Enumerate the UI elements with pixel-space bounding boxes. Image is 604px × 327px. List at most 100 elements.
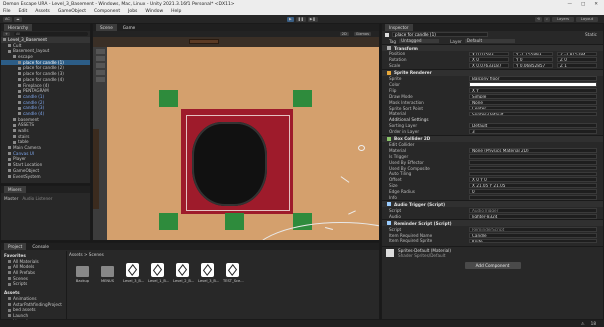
property-field[interactable] [469, 153, 597, 159]
rotation-z[interactable]: Z 0 [557, 57, 597, 63]
add-object-button[interactable]: + [3, 32, 11, 36]
property-field[interactable]: Center [469, 105, 597, 111]
property-label: Material [389, 111, 407, 117]
asset-item[interactable]: TEST_Sce... [223, 263, 244, 283]
mixer-master[interactable]: Master [4, 196, 18, 201]
property-field[interactable] [469, 159, 597, 165]
bone-sprite [340, 176, 350, 183]
maximize-icon[interactable]: □ [581, 2, 585, 7]
menu-jobs[interactable]: Jobs [128, 9, 137, 14]
layers-dropdown[interactable]: Layers [552, 16, 574, 22]
menu-assets[interactable]: Assets [35, 9, 50, 14]
position-x[interactable]: X 0.02583 [469, 51, 509, 57]
asset-item[interactable]: Level_3_B... [198, 263, 219, 283]
hierarchy-item[interactable]: EventSystem [1, 174, 90, 180]
property-field[interactable]: X Y [469, 88, 597, 93]
tag-dropdown[interactable]: Untagged [399, 38, 440, 44]
box-collider-icon [387, 136, 391, 141]
scale-tool-icon[interactable] [95, 70, 105, 75]
property-field[interactable]: None [469, 99, 597, 105]
play-button[interactable]: ▶ [287, 16, 294, 22]
asset-name: Level_3_B... [123, 279, 145, 283]
property-field[interactable] [469, 195, 597, 200]
menu-window[interactable]: Window [145, 9, 163, 14]
asset-item[interactable]: Backup [73, 263, 92, 283]
property-field[interactable]: None (Physics Material 2D) [469, 148, 597, 153]
static-toggle[interactable]: Static [585, 32, 597, 37]
tab-scene[interactable]: Scene [96, 24, 117, 31]
step-button[interactable]: ▶❚ [307, 16, 318, 22]
position-y[interactable]: Y -1.155893 [513, 51, 553, 57]
asset-item[interactable]: MENUS [98, 263, 117, 283]
property-field[interactable] [469, 165, 597, 171]
property-field[interactable]: X 21.05 Y 21.05 [469, 183, 597, 189]
object-name-field[interactable]: place for candle (1) [392, 32, 488, 37]
order-in-layer-field[interactable]: 3 [469, 129, 597, 135]
sprite-renderer-header[interactable]: Sprite Renderer [382, 68, 603, 76]
menu-gameobject[interactable]: GameObject [58, 9, 86, 14]
search-icon[interactable]: ⌕ [543, 16, 550, 22]
tab-project[interactable]: Project [4, 243, 27, 250]
property-field[interactable]: X 0 Y 0 [469, 177, 597, 183]
property-field[interactable] [469, 171, 597, 177]
gameobject-icon [13, 140, 16, 144]
cloud-icon[interactable]: ☁ [13, 16, 22, 22]
favorite-item[interactable]: Scripts [4, 281, 63, 287]
gameobject-icon [8, 49, 11, 53]
tab-game[interactable]: Game [123, 25, 135, 30]
active-checkbox[interactable] [385, 32, 389, 37]
gizmos-dropdown[interactable]: Gizmos [353, 32, 371, 36]
tab-hierarchy[interactable]: Hierarchy [4, 24, 33, 31]
tab-inspector[interactable]: Inspector [385, 24, 413, 31]
scale-y[interactable]: Y 0.06852857 [513, 63, 553, 69]
shader-field[interactable]: Sprites/Default [414, 253, 445, 258]
add-component-button[interactable]: Add Component [464, 261, 521, 269]
reminder-script-header[interactable]: Reminder Script (Script) [382, 219, 603, 227]
warning-icon[interactable]: ⚠ [581, 321, 585, 326]
menu-file[interactable]: File [3, 9, 11, 14]
scale-z[interactable]: Z 1 [557, 63, 597, 69]
tab-console[interactable]: Console [32, 244, 49, 249]
minimize-icon[interactable]: — [567, 2, 572, 7]
rect-tool-icon[interactable] [95, 77, 105, 82]
pause-button[interactable]: ❚❚ [295, 16, 306, 22]
audio-field[interactable]: lighter-8324 [469, 213, 597, 219]
property-row: Info [382, 195, 603, 201]
asset-item[interactable]: Level_2_B... [173, 263, 194, 283]
rotation-x[interactable]: X 0 [469, 57, 509, 63]
item-required-name-field[interactable]: Candle [469, 232, 597, 238]
hand-tool-icon[interactable] [95, 49, 105, 54]
menu-component[interactable]: Component [94, 9, 120, 14]
gameobject-icon [13, 135, 16, 139]
property-field[interactable]: 0 [469, 189, 597, 195]
property-field[interactable]: Balcony floor [469, 76, 597, 82]
position-z[interactable]: Z -2.815284 [557, 51, 597, 57]
history-icon[interactable]: ⟲ [534, 16, 542, 22]
layout-dropdown[interactable]: Layout [576, 16, 598, 22]
item-required-sprite-field[interactable]: Knife [469, 238, 597, 244]
project-breadcrumb[interactable]: Assets > Scenes [69, 252, 104, 257]
layer-dropdown[interactable]: Default [464, 38, 515, 44]
scale-x[interactable]: X 0.07633187 [469, 63, 509, 69]
rotate-tool-icon[interactable] [95, 63, 105, 68]
audio-trigger-header[interactable]: Audio Trigger (Script) [382, 200, 603, 208]
tab-mixers[interactable]: Mixers [4, 186, 26, 193]
menu-bar: File Edit Assets GameObject Component Jo… [0, 8, 604, 15]
property-field[interactable] [469, 82, 597, 87]
account-button[interactable]: AC [3, 16, 12, 22]
menu-edit[interactable]: Edit [19, 9, 28, 14]
hierarchy-search-input[interactable]: All [14, 32, 88, 36]
rotation-y[interactable]: Y 0 [513, 57, 553, 63]
sorting-layer-dropdown[interactable]: Default [469, 123, 597, 129]
asset-item[interactable]: Level_1_B... [148, 263, 169, 283]
transform-header[interactable]: Transform [382, 44, 603, 51]
asset-item[interactable]: Level_3_B... [123, 263, 145, 283]
scene-viewport[interactable] [93, 37, 379, 240]
2d-toggle[interactable]: 2D [339, 32, 349, 36]
move-tool-icon[interactable] [95, 56, 105, 61]
property-field[interactable]: Simple [469, 93, 597, 99]
box-collider-header[interactable]: Box Collider 2D [382, 134, 603, 142]
close-icon[interactable]: ✕ [594, 2, 598, 7]
property-field[interactable]: Sprites-Default [469, 111, 597, 117]
menu-help[interactable]: Help [171, 9, 181, 14]
